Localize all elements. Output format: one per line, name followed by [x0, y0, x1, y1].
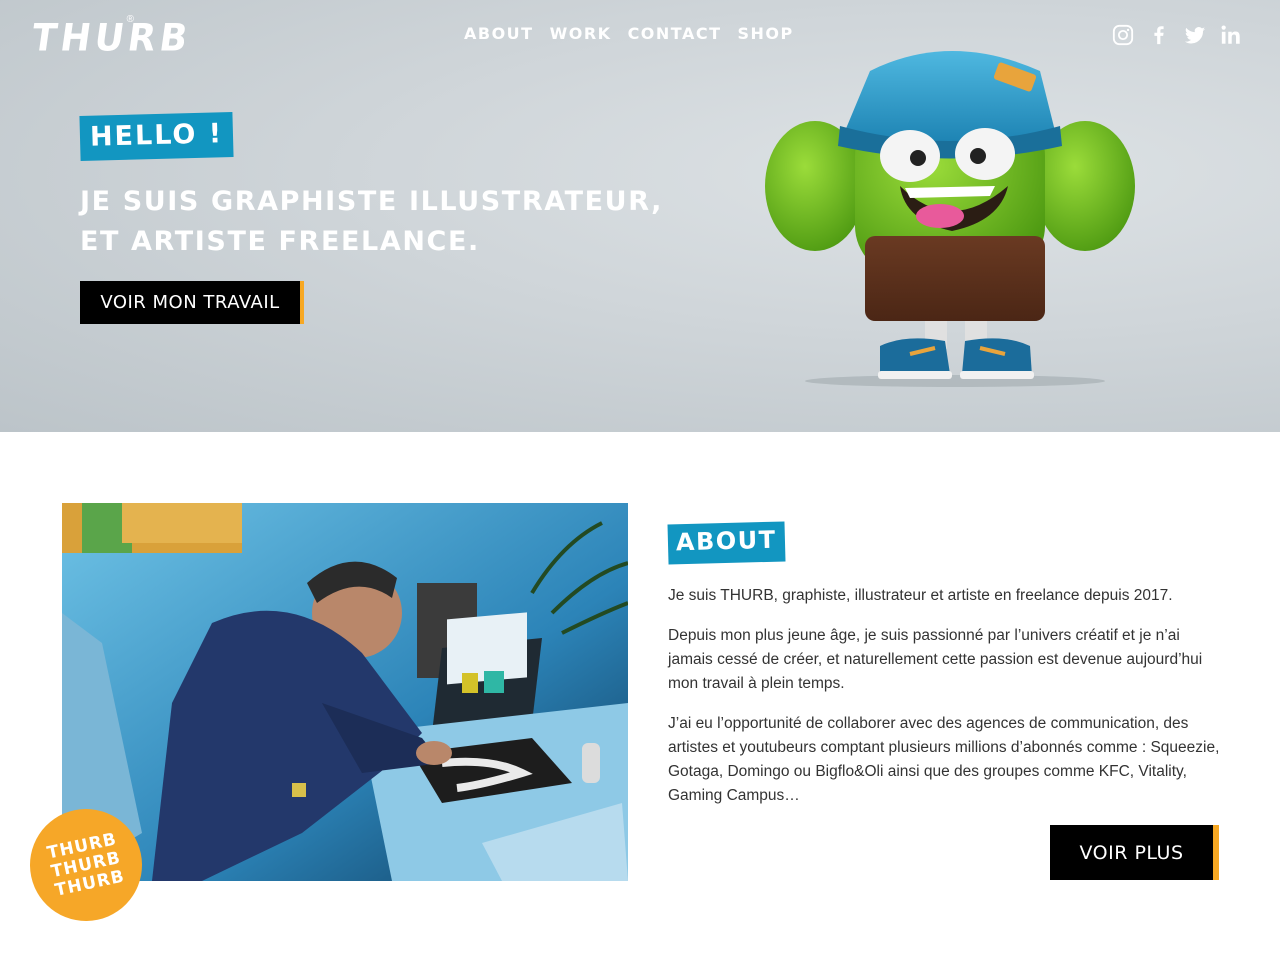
about-text: Je suis THURB, graphiste, illustrateur e… [668, 584, 1228, 824]
nav-about[interactable]: ABOUT [464, 24, 534, 43]
about-paragraph-1: Je suis THURB, graphiste, illustrateur e… [668, 587, 1173, 604]
about-tag-text: ABOUT [675, 525, 777, 557]
see-more-label: VOIR PLUS [1079, 841, 1184, 864]
logo[interactable]: THURB ® [29, 14, 194, 60]
linkedin-icon[interactable] [1220, 24, 1242, 46]
about-paragraph-3: J’ai eu l’opportunité de collaborer avec… [668, 715, 1220, 804]
artist-at-desk-photo [62, 503, 628, 881]
hello-text: HELLO ! [89, 118, 224, 153]
view-work-button[interactable]: VOIR MON TRAVAIL [80, 281, 304, 324]
hero-headline: JE SUIS GRAPHISTE ILLUSTRATEUR, ET ARTIS… [80, 182, 760, 262]
cactus-mascot-illustration [765, 51, 1135, 387]
headline-line-2: ET ARTISTE FREELANCE. [80, 226, 480, 257]
headline-line-1: JE SUIS GRAPHISTE ILLUSTRATEUR, [80, 186, 663, 217]
view-work-label: VOIR MON TRAVAIL [100, 292, 280, 313]
hero-section: THURB ® ABOUT WORK CONTACT SHOP HELLO ! … [0, 0, 1280, 432]
about-tag: ABOUT [667, 521, 786, 565]
about-paragraph-2: Depuis mon plus jeune âge, je suis passi… [668, 627, 1203, 692]
hello-tag: HELLO ! [79, 112, 234, 161]
twitter-icon[interactable] [1184, 24, 1206, 46]
logo-text: THURB [28, 16, 195, 61]
see-more-button[interactable]: VOIR PLUS [1050, 825, 1219, 880]
nav-contact[interactable]: CONTACT [628, 24, 722, 43]
nav-work[interactable]: WORK [550, 24, 612, 43]
logo-registered-mark: ® [126, 14, 134, 25]
